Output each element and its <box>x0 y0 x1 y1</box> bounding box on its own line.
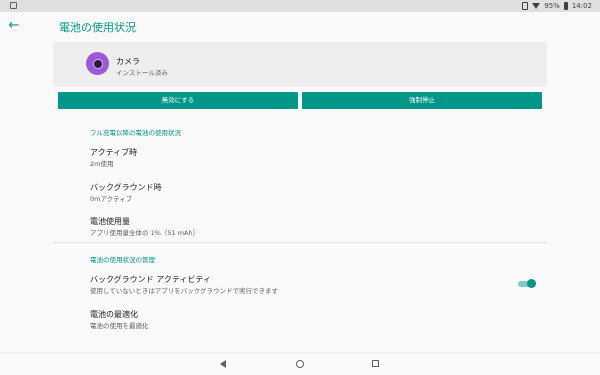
status-icons: 95% 14:02 <box>522 0 592 12</box>
app-name: カメラ <box>116 57 140 66</box>
item-subtitle: アプリ使用量全体の 1%（51 mAh） <box>90 229 200 237</box>
vibrate-icon <box>522 2 529 10</box>
background-activity-toggle[interactable] <box>518 279 536 289</box>
divider <box>53 242 547 243</box>
item-subtitle: 2m使用 <box>90 160 114 168</box>
wifi-icon <box>532 3 541 9</box>
toggle-thumb <box>527 279 536 288</box>
page-title: 電池の使用状況 <box>59 21 136 34</box>
item-subtitle: 使用していないときはアプリをバックグラウンドで実行できます <box>90 287 279 295</box>
item-title: 電池使用量 <box>90 217 130 226</box>
clock: 14:02 <box>571 2 592 10</box>
nav-recents-icon[interactable] <box>372 360 379 367</box>
item-title: バックグラウンド時 <box>90 183 162 192</box>
section-header-manage: 電池の使用状況の管理 <box>90 256 155 264</box>
item-subtitle: 0mアクティブ <box>90 195 133 203</box>
nav-home-icon[interactable] <box>296 360 304 368</box>
image-notification-icon <box>10 2 17 9</box>
nav-back-icon[interactable] <box>220 360 226 368</box>
item-subtitle: 電池の使用を最適化 <box>90 322 149 330</box>
item-title: アクティブ時 <box>90 148 138 157</box>
app-bar: ← 電池の使用状況 <box>0 12 600 40</box>
item-title: 電池の最適化 <box>90 310 138 319</box>
battery-percent: 95% <box>544 2 560 10</box>
force-stop-button[interactable]: 強制停止 <box>302 92 542 109</box>
disable-button[interactable]: 無効にする <box>58 92 298 109</box>
camera-app-icon <box>86 52 109 75</box>
battery-icon <box>563 2 568 10</box>
navigation-bar <box>0 352 600 375</box>
back-arrow-icon[interactable]: ← <box>6 18 22 34</box>
status-bar: 95% 14:02 <box>0 0 600 12</box>
section-header-usage: フル充電以降の電池の使用状況 <box>90 129 181 137</box>
item-title: バックグラウンド アクティビティ <box>90 275 211 284</box>
app-install-status: インストール済み <box>116 69 168 77</box>
app-header: カメラ インストール済み <box>53 42 547 87</box>
